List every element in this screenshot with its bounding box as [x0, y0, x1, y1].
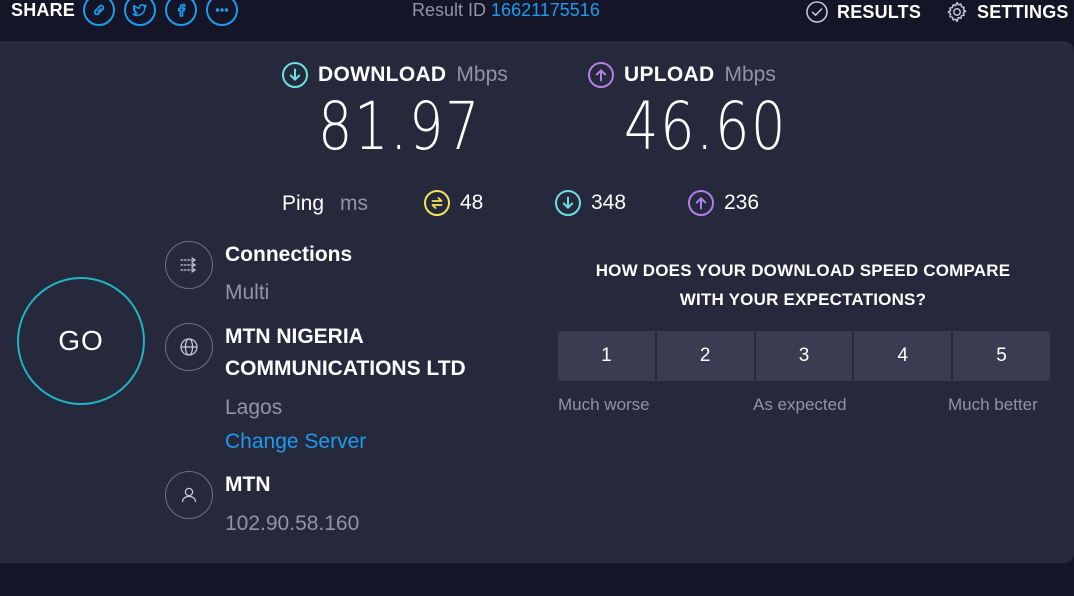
rating-scale: 1 2 3 4 5 [558, 331, 1050, 381]
download-label: DOWNLOAD [318, 63, 447, 86]
facebook-icon[interactable] [165, 0, 197, 26]
connections-title: Connections [225, 243, 353, 266]
check-circle-icon [806, 1, 828, 23]
result-id-link[interactable]: 16621175516 [491, 0, 600, 20]
rating-option-4[interactable]: 4 [854, 331, 954, 381]
rating-option-2[interactable]: 2 [656, 331, 756, 381]
globe-icon [165, 323, 213, 371]
ping-download: 348 [555, 190, 626, 216]
upload-arrow-icon [588, 62, 614, 88]
result-id: Result ID 16621175516 [412, 0, 600, 21]
ping-idle: 48 [424, 190, 483, 216]
results-nav[interactable]: RESULTS [805, 0, 921, 24]
ping-unit: ms [340, 192, 368, 215]
upload-latency-icon [688, 190, 714, 216]
provider-name: MTN [225, 473, 271, 496]
rating-mid-label: As expected [753, 395, 847, 414]
upload-label: UPLOAD [624, 63, 715, 86]
gear-icon [947, 1, 967, 23]
more-icon[interactable] [206, 0, 238, 26]
survey-question: HOW DOES YOUR DOWNLOAD SPEED COMPARE WIT… [558, 256, 1048, 314]
download-unit: Mbps [456, 63, 508, 86]
change-server-link[interactable]: Change Server [225, 430, 366, 454]
server-location: Lagos [225, 396, 283, 419]
download-header: DOWNLOAD Mbps [282, 62, 508, 88]
connections-value[interactable]: Multi [225, 281, 269, 305]
twitter-icon[interactable] [124, 0, 156, 26]
survey-question-line1: HOW DOES YOUR DOWNLOAD SPEED COMPARE [595, 261, 1011, 280]
upload-header: UPLOAD Mbps [588, 62, 776, 88]
download-arrow-icon [282, 62, 308, 88]
rating-option-1[interactable]: 1 [558, 331, 657, 381]
go-button[interactable]: GO [17, 277, 145, 405]
server-name-line1: MTN NIGERIA [225, 325, 364, 348]
top-bar: SHARE Result ID 16621175516 RESULTS SETT… [0, 0, 1074, 40]
rating-low-label: Much worse [558, 395, 650, 414]
survey-question-line2: WITH YOUR EXPECTATIONS? [679, 290, 927, 309]
settings-nav[interactable]: SETTINGS [945, 0, 1069, 24]
connections-icon [165, 241, 213, 289]
bottom-strip [0, 563, 1074, 596]
speedtest-page: SHARE Result ID 16621175516 RESULTS SETT… [0, 0, 1074, 596]
ping-upload: 236 [688, 190, 759, 216]
ping-upload-value: 236 [724, 191, 760, 214]
provider-ip: 102.90.58.160 [225, 512, 360, 535]
download-latency-icon [555, 190, 581, 216]
settings-label: SETTINGS [977, 1, 1069, 22]
rating-option-5[interactable]: 5 [953, 331, 1050, 381]
upload-unit: Mbps [724, 63, 776, 86]
ping-idle-value: 48 [460, 191, 484, 214]
results-label: RESULTS [837, 1, 922, 22]
rating-option-3[interactable]: 3 [755, 331, 855, 381]
rating-high-label: Much better [948, 395, 1038, 414]
ping-download-value: 348 [591, 191, 627, 214]
server-name-line2: COMMUNICATIONS LTD [225, 357, 466, 380]
upload-value: 46.60 [624, 88, 788, 165]
user-icon [165, 471, 213, 519]
download-value: 81.97 [318, 88, 482, 165]
ping-label: Ping [282, 192, 325, 215]
share-label: SHARE [11, 0, 76, 20]
result-id-label: Result ID [412, 0, 487, 20]
link-icon[interactable] [83, 0, 115, 26]
idle-latency-icon [424, 190, 450, 216]
